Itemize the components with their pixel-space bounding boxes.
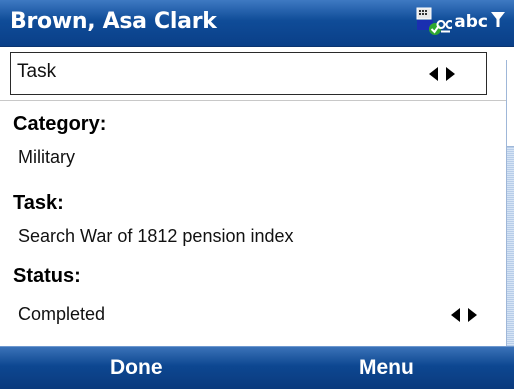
page-title: Brown, Asa Clark: [10, 9, 217, 34]
softkey-bar: Done Menu: [0, 346, 514, 389]
selector-arrows[interactable]: [429, 67, 455, 81]
status-arrows[interactable]: [451, 308, 477, 322]
status-value: Completed: [18, 304, 106, 324]
menu-button[interactable]: Menu: [359, 352, 414, 384]
category-value: Military: [18, 147, 75, 167]
scrollbar[interactable]: [506, 60, 514, 346]
input-mode-indicator: abc: [454, 12, 488, 32]
status-icons: abc: [416, 6, 506, 38]
done-button[interactable]: Done: [110, 352, 163, 384]
task-label: Task:: [13, 192, 64, 214]
arrow-left-icon[interactable]: [429, 67, 438, 81]
divider: [0, 100, 506, 101]
task-selector[interactable]: Task: [10, 52, 487, 95]
calendar-sync-icon: [416, 6, 455, 38]
scroll-thumb[interactable]: [507, 60, 514, 147]
arrow-right-icon[interactable]: [446, 67, 455, 81]
task-value: Search War of 1812 pension index: [18, 226, 294, 246]
title-bar: Brown, Asa Clark abc: [0, 0, 514, 47]
arrow-left-icon[interactable]: [451, 308, 460, 322]
category-label: Category:: [13, 113, 107, 135]
selector-value: Task: [17, 61, 57, 82]
arrow-right-icon[interactable]: [468, 308, 477, 322]
status-label: Status:: [13, 265, 81, 287]
signal-filter-icon: [490, 10, 506, 34]
